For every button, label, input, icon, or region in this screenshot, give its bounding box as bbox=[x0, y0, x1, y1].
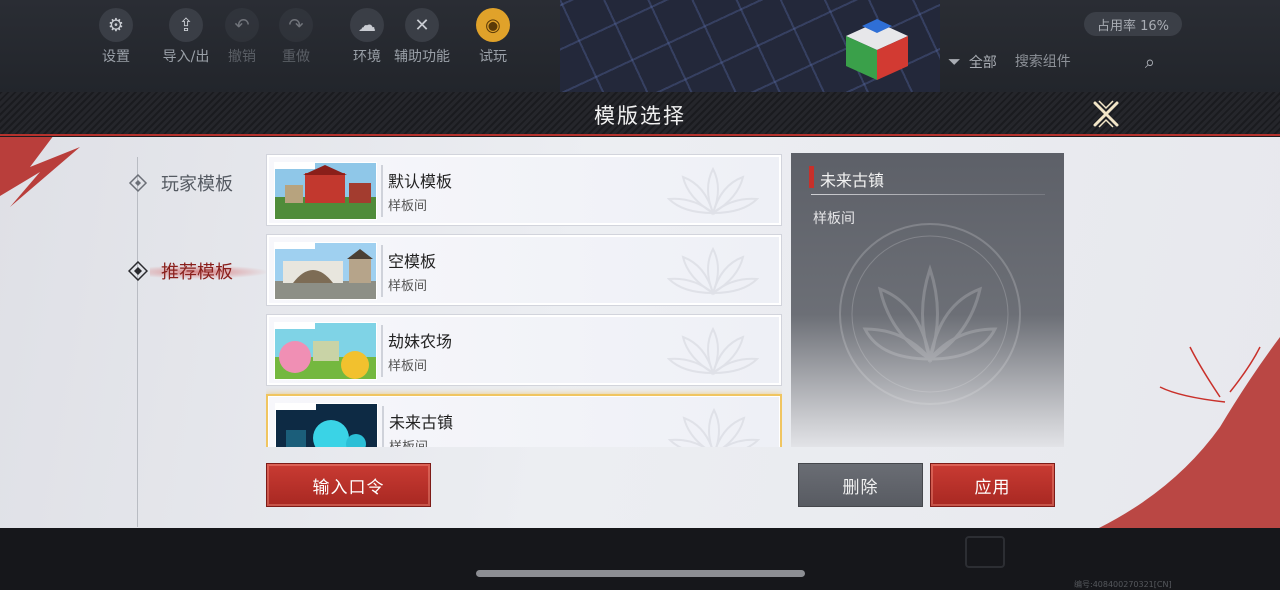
lotus-watermark-icon bbox=[666, 166, 760, 216]
home-indicator[interactable] bbox=[476, 570, 805, 577]
template-thumbnail bbox=[274, 242, 377, 300]
template-card-farm[interactable]: 劫妹农场 样板间 bbox=[266, 314, 782, 386]
template-dialog: 玩家模板 推荐模板 默认模板 样板间 空模板 样板间 劫妹农场 样板间 未来古镇… bbox=[0, 137, 1280, 528]
ink-splash-decoration bbox=[0, 137, 80, 207]
lotus-watermark-icon bbox=[666, 326, 760, 376]
apply-button[interactable]: 应用 bbox=[930, 463, 1055, 507]
toolbar-import-export-label: 导入/出 bbox=[162, 49, 210, 65]
diamond-active-icon bbox=[128, 261, 148, 281]
template-name: 未来古镇 bbox=[389, 413, 454, 432]
template-name: 默认模板 bbox=[388, 172, 453, 191]
usage-badge: 占用率 16% bbox=[1084, 12, 1182, 36]
filter-all-dropdown[interactable]: 全部 bbox=[969, 52, 997, 72]
template-divider bbox=[381, 325, 383, 377]
template-subtitle: 样板间 bbox=[388, 199, 428, 214]
lotus-emblem-icon bbox=[839, 223, 1021, 405]
diamond-icon bbox=[128, 173, 148, 193]
input-code-button[interactable]: 输入口令 bbox=[266, 463, 431, 507]
dialog-header: 模版选择 bbox=[0, 92, 1280, 136]
template-subtitle: 样板间 bbox=[388, 359, 428, 374]
nav-recommended-templates[interactable]: 推荐模板 bbox=[128, 258, 233, 284]
toolbar-undo-label: 撤销 bbox=[228, 49, 256, 65]
toolbar-redo[interactable]: ↷ 重做 bbox=[266, 8, 326, 74]
toolbar-environment-label: 环境 bbox=[353, 49, 381, 65]
import-export-icon: ⇪ bbox=[169, 8, 203, 42]
template-card-future-town[interactable]: 未来古镇 样板间 bbox=[266, 394, 782, 447]
toolbar-assist-label: 辅助功能 bbox=[394, 49, 450, 65]
cube-gizmo-icon bbox=[846, 19, 908, 80]
template-divider bbox=[381, 165, 383, 217]
detail-divider bbox=[811, 194, 1045, 195]
toolbar-settings[interactable]: ⚙ 设置 bbox=[86, 8, 146, 74]
filter-icon[interactable]: ⏷ bbox=[948, 52, 961, 72]
template-thumbnail bbox=[274, 322, 377, 380]
component-search-input[interactable] bbox=[1014, 49, 1135, 75]
toolbar-trial-label: 试玩 bbox=[479, 49, 507, 65]
template-divider bbox=[381, 245, 383, 297]
template-divider bbox=[382, 406, 384, 447]
toolbar-assist[interactable]: ✕ 辅助功能 bbox=[390, 8, 454, 74]
search-icon[interactable]: ⌕ bbox=[1145, 52, 1155, 73]
environment-icon: ☁ bbox=[350, 8, 384, 42]
gear-icon: ⚙ bbox=[99, 8, 133, 42]
bottom-area: 编号:408400270321[CN] bbox=[0, 528, 1280, 590]
template-subtitle: 样板间 bbox=[389, 436, 428, 447]
toolbar-undo[interactable]: ↶ 撤销 bbox=[212, 8, 272, 74]
template-name: 劫妹农场 bbox=[388, 332, 453, 351]
redo-icon: ↷ bbox=[279, 8, 313, 42]
toolbar-import-export[interactable]: ⇪ 导入/出 bbox=[156, 8, 216, 74]
nav-player-templates[interactable]: 玩家模板 bbox=[128, 170, 233, 196]
template-detail-panel: 未来古镇 样板间 bbox=[791, 153, 1064, 447]
template-card-default[interactable]: 默认模板 样板间 bbox=[266, 154, 782, 226]
template-name: 空模板 bbox=[388, 252, 437, 271]
template-thumbnail bbox=[274, 162, 377, 220]
template-list[interactable]: 默认模板 样板间 空模板 样板间 劫妹农场 样板间 未来古镇 bbox=[266, 153, 782, 447]
template-card-empty[interactable]: 空模板 样板间 bbox=[266, 234, 782, 306]
toolbar-environment[interactable]: ☁ 环境 bbox=[337, 8, 397, 74]
scene-object bbox=[965, 536, 1005, 568]
component-filter-bar: ⏷ 全部 ⌕ bbox=[932, 42, 1280, 82]
lotus-watermark-icon bbox=[667, 407, 761, 447]
gamepad-icon: ◉ bbox=[476, 8, 510, 42]
nav-player-templates-label: 玩家模板 bbox=[161, 174, 233, 195]
lotus-watermark-icon bbox=[666, 246, 760, 296]
delete-button[interactable]: 删除 bbox=[798, 463, 923, 507]
close-button[interactable] bbox=[1088, 96, 1124, 132]
detail-title: 未来古镇 bbox=[820, 171, 885, 190]
close-icon bbox=[1093, 100, 1119, 128]
toolbar-trial-play[interactable]: ◉ 试玩 bbox=[463, 8, 523, 74]
editor-toolbar: ⚙ 设置 ⇪ 导入/出 ↶ 撤销 ↷ 重做 ☁ 环境 ✕ 辅助功能 ◉ 试玩 占… bbox=[0, 0, 1280, 92]
toolbar-redo-label: 重做 bbox=[282, 49, 310, 65]
template-thumbnail bbox=[275, 403, 378, 447]
toolbar-settings-label: 设置 bbox=[102, 49, 130, 65]
template-subtitle: 样板间 bbox=[388, 279, 428, 294]
nav-divider bbox=[137, 157, 138, 527]
build-number: 编号:408400270321[CN] bbox=[1074, 580, 1172, 589]
tools-icon: ✕ bbox=[405, 8, 439, 42]
nav-recommended-templates-label: 推荐模板 bbox=[161, 262, 233, 283]
undo-icon: ↶ bbox=[225, 8, 259, 42]
detail-title-marker bbox=[809, 166, 814, 188]
